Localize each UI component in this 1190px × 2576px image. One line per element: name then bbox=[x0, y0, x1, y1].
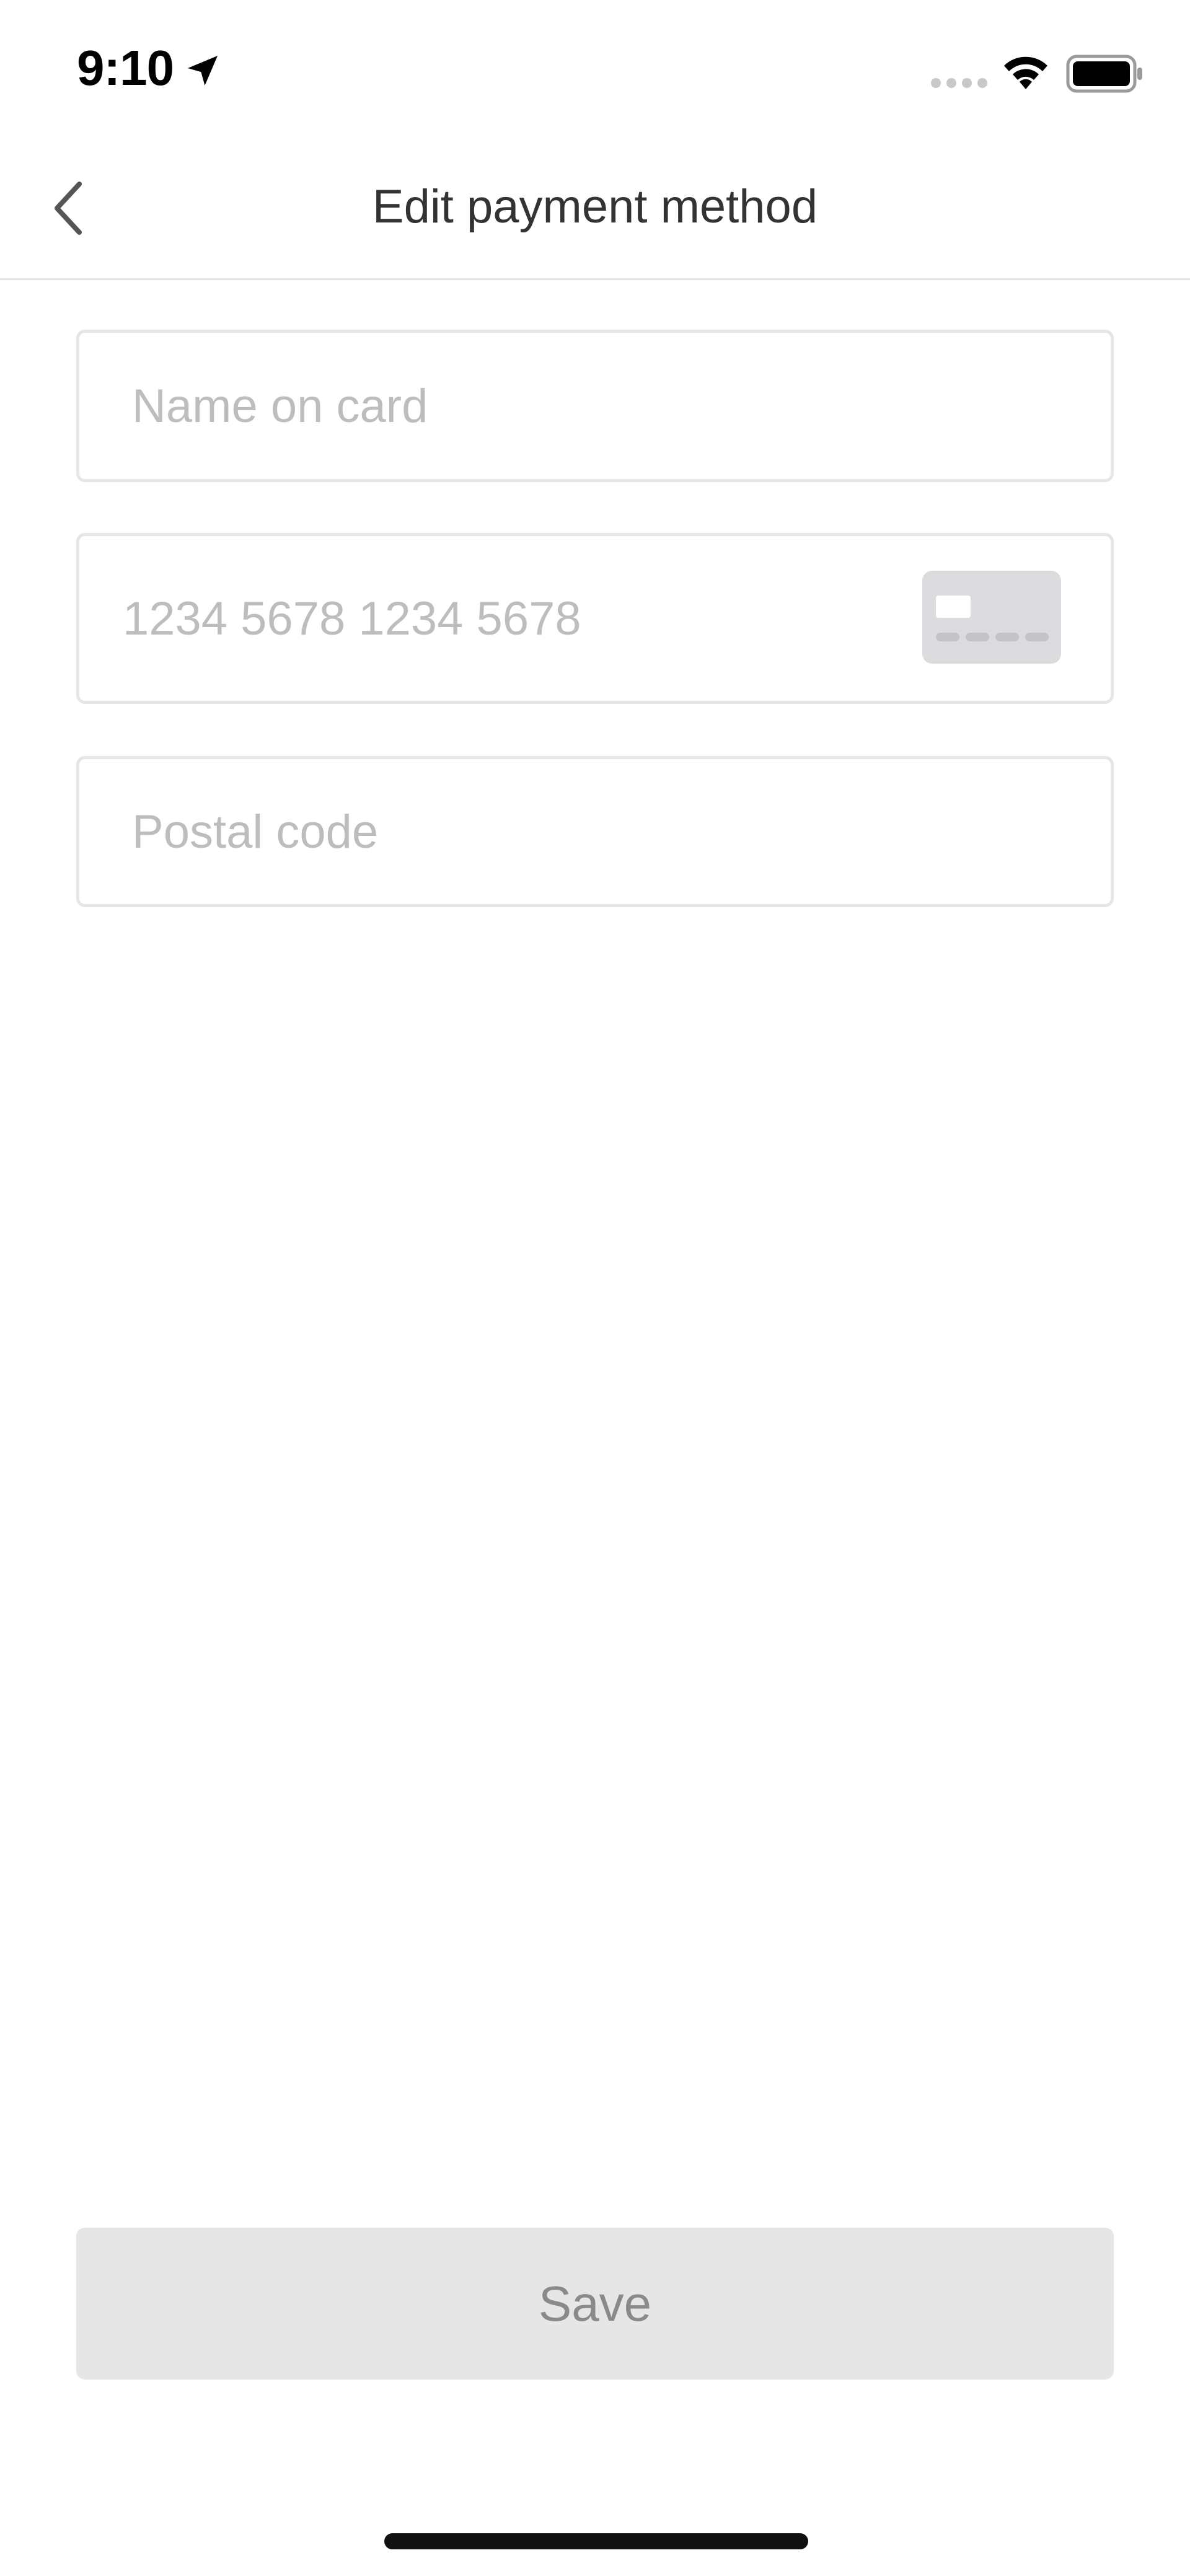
card-number-input[interactable] bbox=[123, 536, 928, 701]
name-on-card-field[interactable] bbox=[76, 330, 1114, 482]
page-title: Edit payment method bbox=[372, 180, 818, 233]
postal-code-field[interactable] bbox=[76, 756, 1114, 907]
card-number-field[interactable] bbox=[76, 533, 1114, 704]
status-bar: 9:10 bbox=[0, 0, 1190, 143]
credit-card-icon bbox=[922, 571, 1061, 664]
status-time: 9:10 bbox=[77, 40, 174, 95]
nav-bar: Edit payment method bbox=[0, 143, 1190, 280]
edit-payment-screen: 9:10 Edit payment method Name on card 12… bbox=[0, 0, 1190, 2576]
home-indicator[interactable] bbox=[384, 2533, 808, 2549]
wifi-icon bbox=[1004, 56, 1047, 89]
cellular-signal-icon bbox=[931, 78, 987, 88]
save-button[interactable]: Save bbox=[76, 2228, 1114, 2380]
name-on-card-input[interactable] bbox=[132, 333, 938, 479]
battery-full-icon bbox=[1066, 55, 1142, 93]
postal-code-input[interactable] bbox=[132, 759, 938, 904]
location-arrow-icon bbox=[188, 56, 218, 86]
